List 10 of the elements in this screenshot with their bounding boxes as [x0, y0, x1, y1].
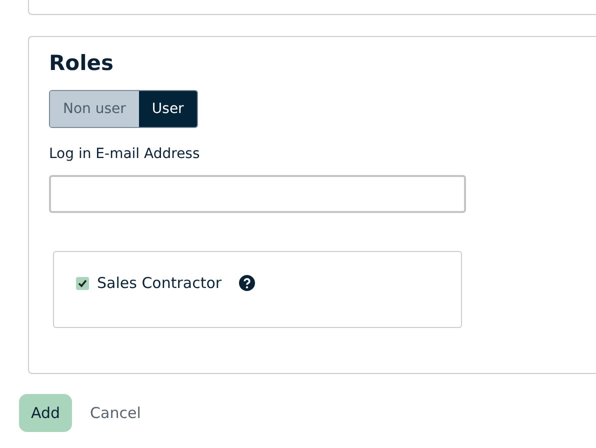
- help-icon[interactable]: [238, 275, 255, 291]
- checkbox[interactable]: [76, 276, 89, 290]
- section-title: Roles: [49, 50, 114, 77]
- field-label: Log in E-mail Address: [49, 146, 200, 162]
- toggle-option[interactable]: Non user: [50, 91, 139, 127]
- add-button[interactable]: Add: [19, 394, 72, 432]
- cancel-link[interactable]: Cancel: [90, 404, 141, 422]
- toggle-option[interactable]: User: [138, 91, 197, 127]
- option-label: Sales Contractor: [97, 274, 222, 292]
- email-input[interactable]: [49, 175, 466, 213]
